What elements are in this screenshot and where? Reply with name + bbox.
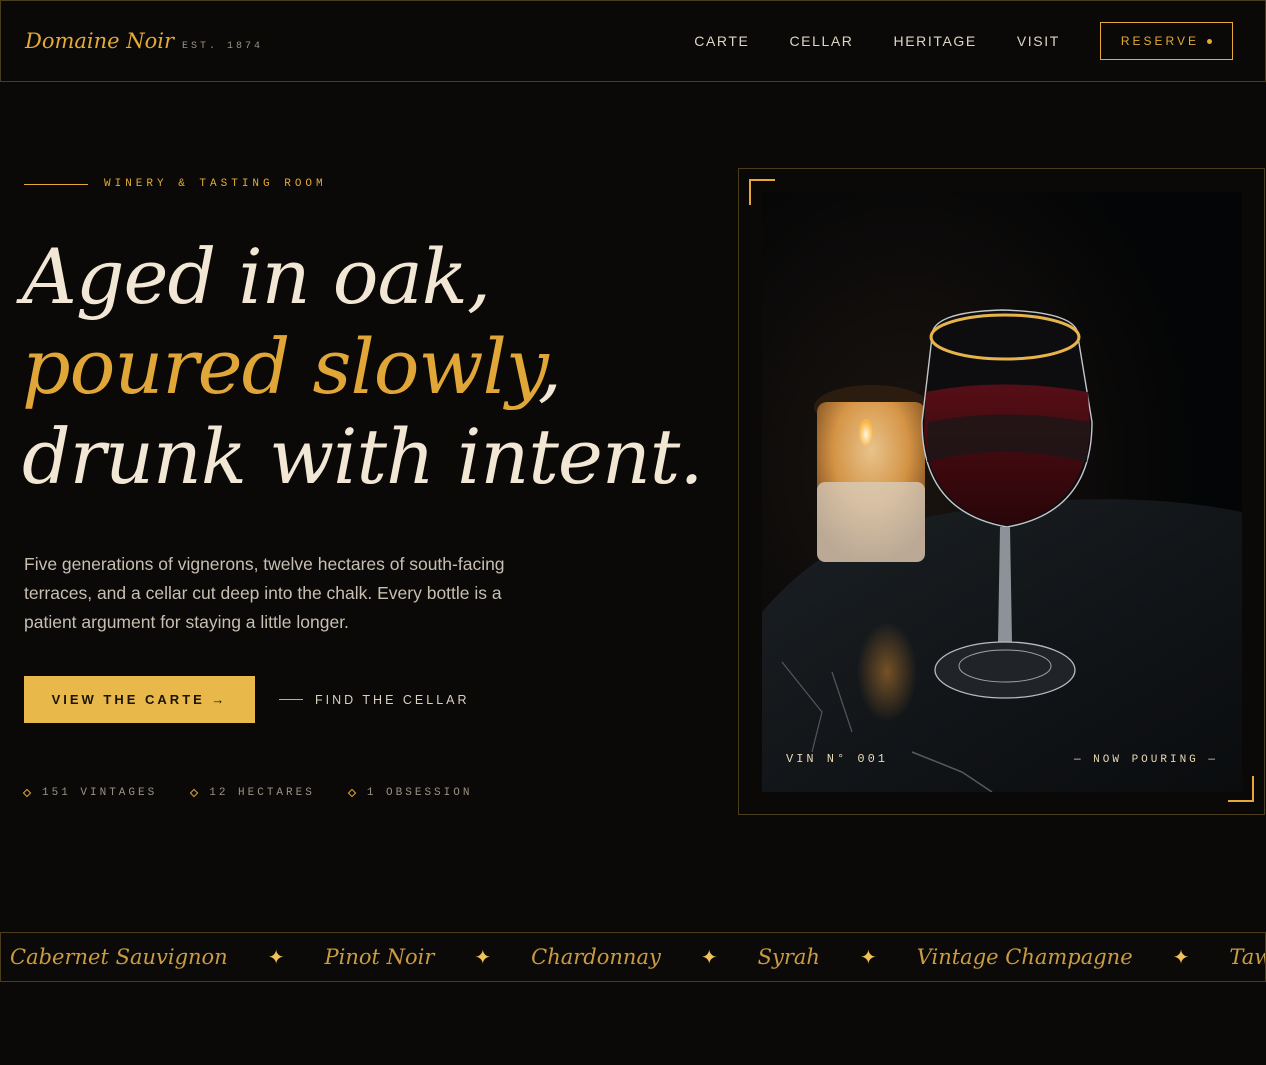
eyebrow-rule <box>24 183 88 185</box>
varietal-ticker: Cabernet Sauvignon ✦ Pinot Noir ✦ Chardo… <box>0 932 1266 982</box>
ticker-item: Syrah <box>757 945 820 969</box>
stat-vintages: 151 VINTAGES <box>42 787 158 799</box>
vintage-number: VIN N° 001 <box>786 752 889 766</box>
ticker-item: Pinot Noir <box>324 945 435 969</box>
star-icon: ✦ <box>700 946 718 969</box>
brand-name[interactable]: Domaine Noir <box>25 29 174 53</box>
feature-image-frame: VIN N° 001 — NOW POURING — <box>738 168 1265 815</box>
dot-icon <box>1207 38 1212 44</box>
hero-lede: Five generations of vignerons, twelve he… <box>24 554 505 632</box>
brand-established: EST. 1874 <box>182 41 264 52</box>
wine-candle-illustration <box>762 192 1242 792</box>
ticker-item: Cabernet Sauvignon <box>10 945 228 969</box>
nav-link-visit[interactable]: VISIT <box>1017 33 1060 49</box>
view-carte-button[interactable]: VIEW THE CARTE → <box>24 676 255 723</box>
eyebrow-text: WINERY & TASTING ROOM <box>104 178 327 190</box>
reserve-button[interactable]: RESERVE <box>1099 22 1233 60</box>
headline-line-2: poured slowly, <box>22 322 703 412</box>
ticker-row: Cabernet Sauvignon ✦ Pinot Noir ✦ Chardo… <box>1 945 1265 970</box>
nav-link-heritage[interactable]: HERITAGE <box>894 33 977 49</box>
stat-obsession: 1 OBSESSION <box>366 787 473 799</box>
stat-item: 1 OBSESSION <box>347 787 473 799</box>
ticker-item: Vintage Champagne <box>916 945 1133 969</box>
ticker-item: Chardonnay <box>531 945 661 969</box>
diamond-icon <box>347 788 357 798</box>
stat-item: 151 VINTAGES <box>22 787 158 799</box>
diamond-icon <box>189 788 199 798</box>
nav-link-carte[interactable]: CARTE <box>694 33 749 49</box>
stat-hectares: 12 HECTARES <box>209 787 315 799</box>
headline-line-3: drunk with intent. <box>22 412 704 501</box>
reserve-label: RESERVE <box>1120 34 1199 48</box>
ticker-item: Tawny Port <box>1229 945 1265 969</box>
nav-link-cellar[interactable]: CELLAR <box>789 33 853 49</box>
headline-gold-phrase: poured slowly <box>22 322 539 411</box>
star-icon: ✦ <box>1172 946 1190 969</box>
now-pouring-label: — NOW POURING — <box>1073 754 1218 766</box>
star-icon: ✦ <box>474 946 492 969</box>
star-icon: ✦ <box>267 946 285 969</box>
diamond-icon <box>22 788 32 798</box>
hero-stats: 151 VINTAGES 12 HECTARES 1 OBSESSION <box>22 787 473 799</box>
stat-item: 12 HECTARES <box>189 787 315 799</box>
top-nav: Domaine Noir EST. 1874 CARTE CELLAR HERI… <box>0 0 1266 82</box>
hero-headline: Aged in oak, poured slowly, drunk with i… <box>22 232 704 502</box>
eyebrow: WINERY & TASTING ROOM <box>24 178 327 190</box>
star-icon: ✦ <box>859 946 877 969</box>
brand[interactable]: Domaine Noir EST. 1874 <box>25 29 263 53</box>
find-cellar-label: FIND THE CELLAR <box>315 692 470 707</box>
headline-line-2-punct: , <box>537 322 562 411</box>
wine-glass-photo: VIN N° 001 — NOW POURING — <box>762 192 1242 792</box>
dash-icon <box>279 699 303 700</box>
nav-links: CARTE CELLAR HERITAGE VISIT RESERVE <box>694 22 1233 60</box>
find-cellar-link[interactable]: FIND THE CELLAR <box>279 676 470 723</box>
headline-line-1: Aged in oak, <box>22 232 491 321</box>
